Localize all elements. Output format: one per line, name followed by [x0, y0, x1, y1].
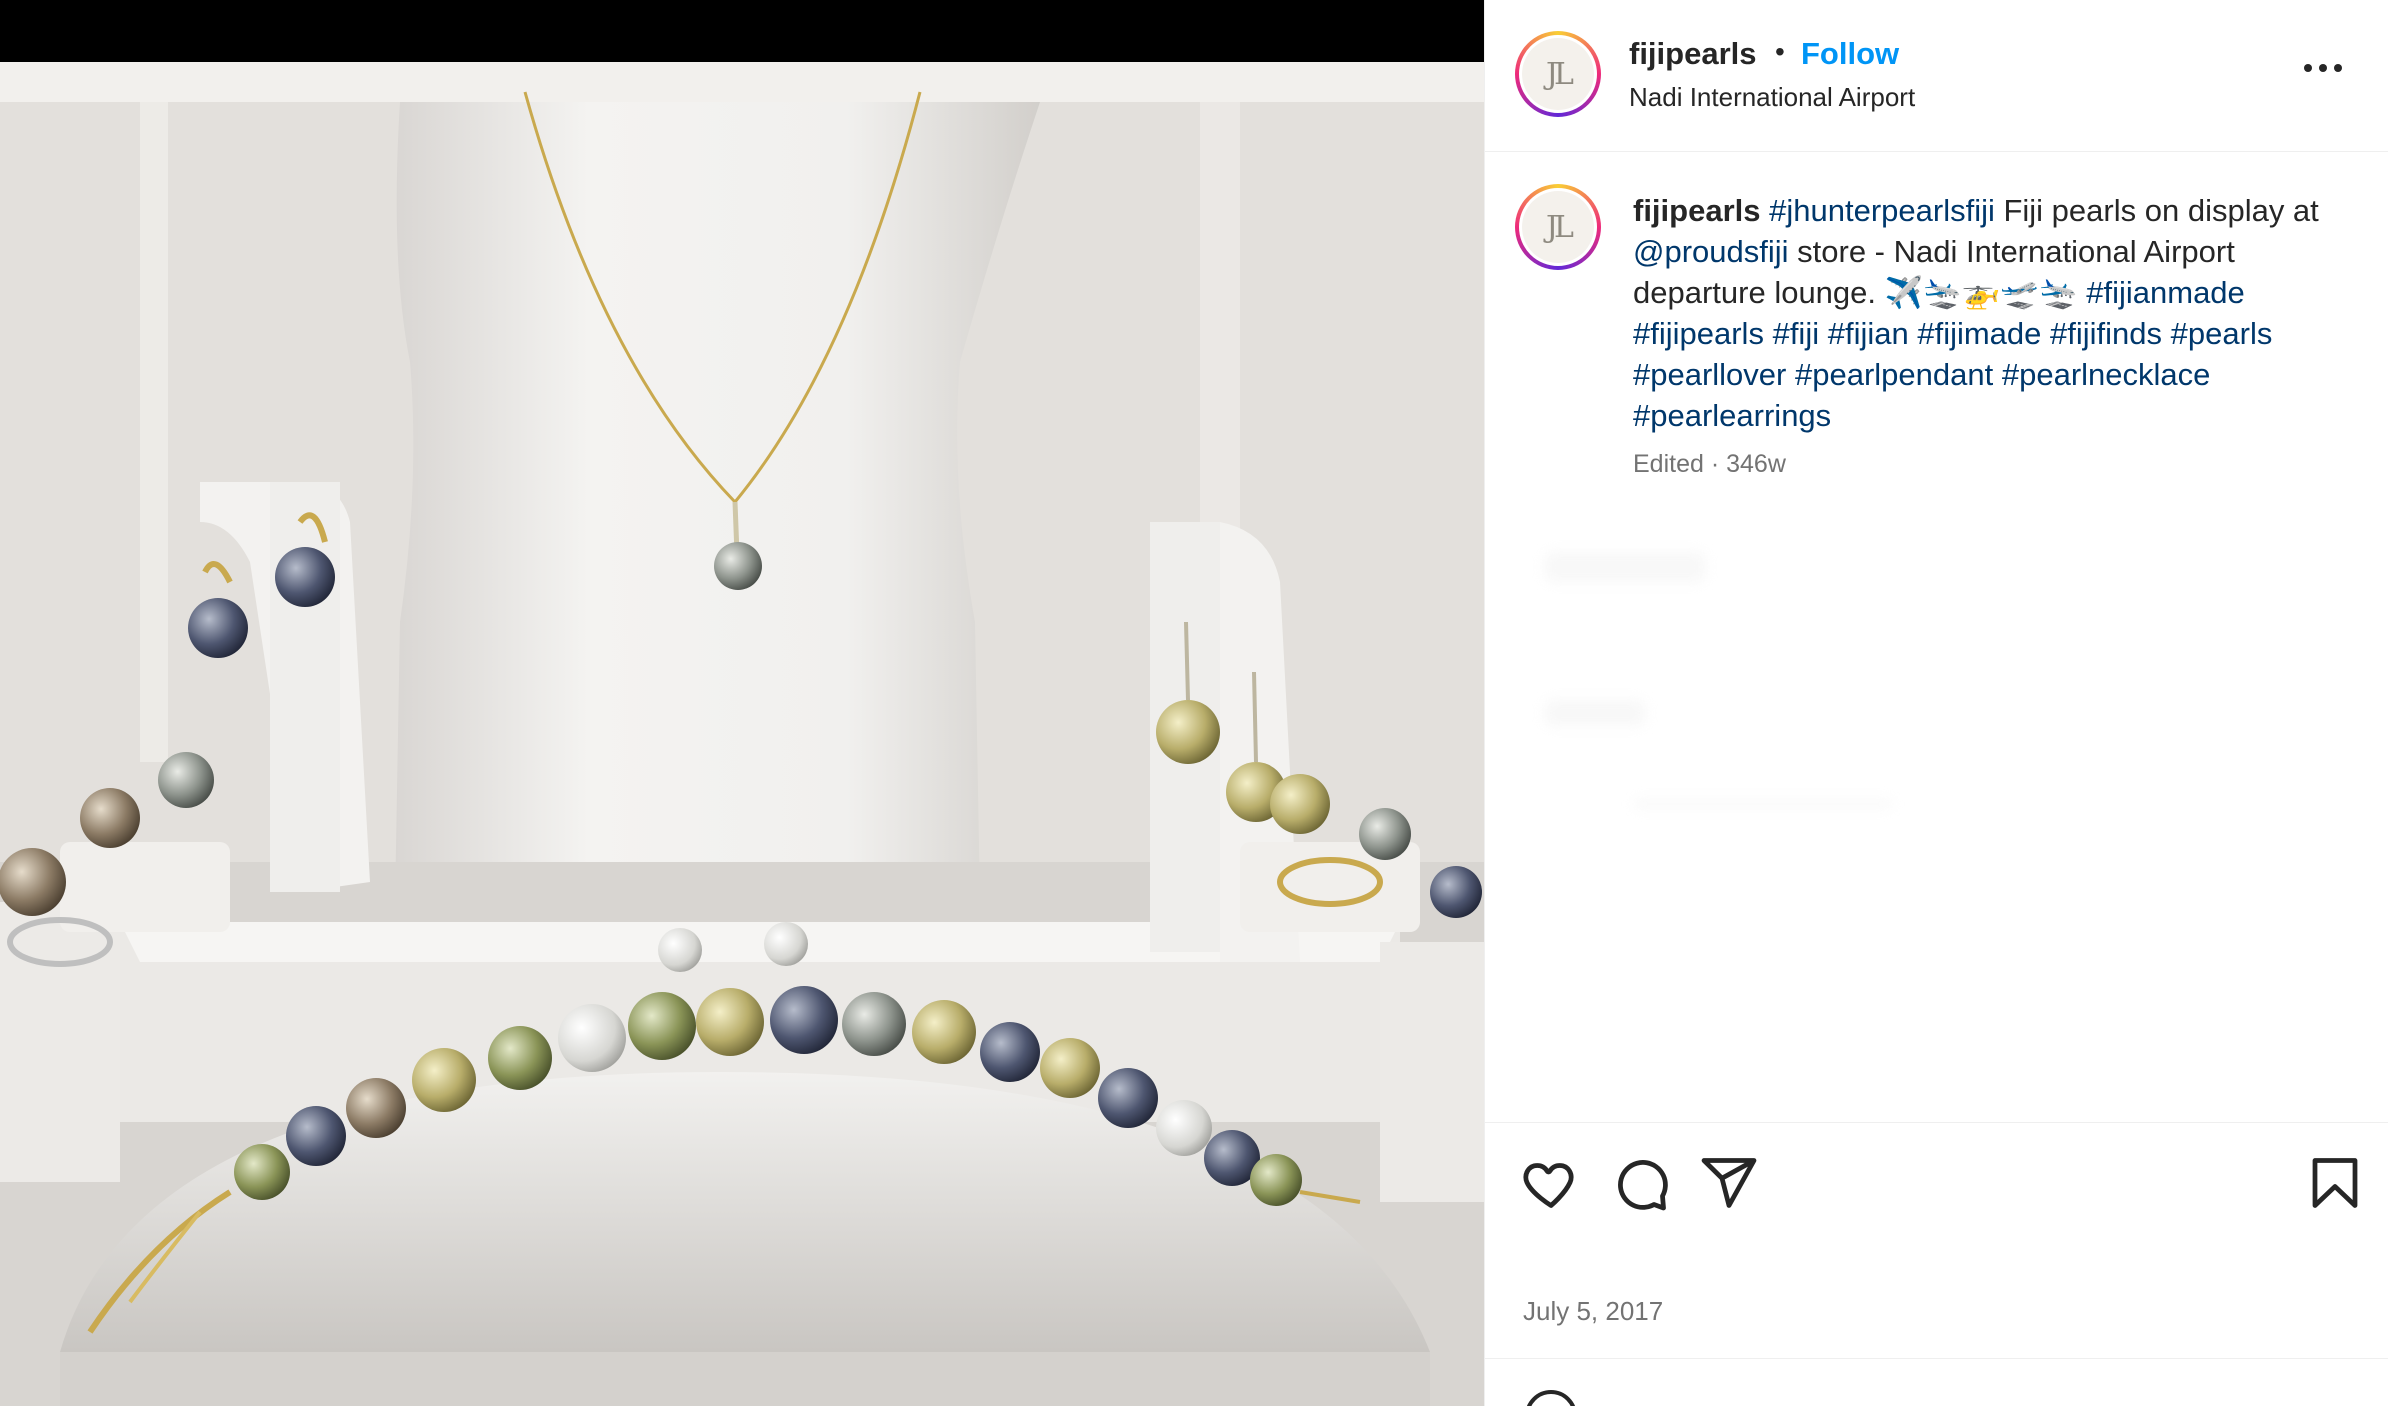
caption-fragment	[1993, 357, 2002, 392]
post-location[interactable]: Nadi International Airport	[1629, 82, 1915, 113]
action-bar	[1485, 1122, 2388, 1242]
caption-section: JL fijipearls #jhunterpearlsfiji Fiji pe…	[1485, 152, 2388, 1122]
hashtag-link[interactable]: #fijifinds	[2050, 316, 2162, 351]
post-photo	[0, 62, 1484, 1406]
hashtag-link[interactable]: #fijianmade	[2086, 275, 2245, 310]
author-username[interactable]: fijipearls	[1629, 36, 1757, 72]
author-avatar[interactable]: JL	[1515, 31, 1601, 117]
post-header: JL fijipearls • Follow Nadi Internationa…	[1485, 0, 2388, 152]
caption-fragment	[1819, 316, 1828, 351]
hashtag-link[interactable]: #pearllover	[1633, 357, 1786, 392]
hashtag-link[interactable]: #fijian	[1828, 316, 1909, 351]
caption-fragment	[2162, 316, 2171, 351]
share-icon[interactable]	[1699, 1153, 1759, 1213]
hashtag-link[interactable]: #jhunterpearlsfiji	[1769, 193, 1995, 228]
follow-button[interactable]: Follow	[1801, 36, 1899, 72]
caption-fragment	[1786, 357, 1795, 392]
mention-link[interactable]: @proudsfiji	[1633, 234, 1789, 269]
caption-fragment	[1764, 316, 1773, 351]
hashtag-link[interactable]: #pearls	[2171, 316, 2273, 351]
avatar-monogram: JL	[1522, 38, 1594, 110]
hashtag-link[interactable]: #pearlearrings	[1633, 398, 1831, 433]
caption-body: #jhunterpearlsfiji Fiji pearls on displa…	[1633, 193, 2319, 433]
hashtag-link[interactable]: #pearlnecklace	[2002, 357, 2211, 392]
blurred-comment	[1545, 552, 1705, 582]
emoji-icon[interactable]	[1525, 1390, 1577, 1406]
caption-username[interactable]: fijipearls	[1633, 193, 1761, 228]
blurred-comment	[1545, 700, 1645, 726]
divider	[1485, 1358, 2388, 1359]
post-sidebar: JL fijipearls • Follow Nadi Internationa…	[1484, 0, 2388, 1406]
heart-icon[interactable]	[1521, 1153, 1581, 1213]
caption-author-avatar[interactable]: JL	[1515, 184, 1601, 270]
hashtag-link[interactable]: #fijipearls	[1633, 316, 1764, 351]
caption-fragment	[2041, 316, 2050, 351]
more-options-icon[interactable]	[2293, 48, 2353, 88]
pearl-display-image	[0, 62, 1484, 1406]
hashtag-link[interactable]: #fijimade	[1917, 316, 2041, 351]
caption-text: fijipearls #jhunterpearlsfiji Fiji pearl…	[1633, 190, 2353, 436]
bookmark-icon[interactable]	[2305, 1153, 2365, 1213]
hashtag-link[interactable]: #fiji	[1773, 316, 1820, 351]
caption-meta: Edited · 346w	[1633, 450, 1786, 478]
avatar-monogram: JL	[1522, 191, 1594, 263]
caption-fragment: Fiji pearls on display at	[1994, 193, 2319, 228]
blurred-comment	[1633, 800, 1893, 808]
separator-dot: •	[1775, 36, 1785, 67]
hashtag-link[interactable]: #pearlpendant	[1795, 357, 1993, 392]
comment-icon[interactable]	[1611, 1153, 1671, 1213]
post-media[interactable]	[0, 0, 1484, 1406]
post-date[interactable]: July 5, 2017	[1523, 1296, 1663, 1327]
